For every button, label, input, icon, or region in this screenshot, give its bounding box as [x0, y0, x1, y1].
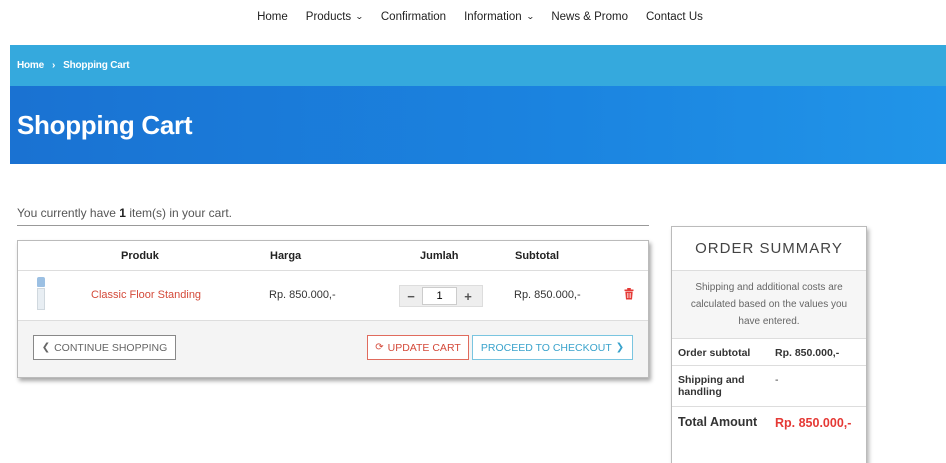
product-name-link[interactable]: Classic Floor Standing [91, 289, 201, 301]
cart-status-text: You currently have 1 item(s) in your car… [17, 206, 233, 220]
chevron-down-icon: ⌄ [355, 12, 364, 21]
nav-confirmation[interactable]: Confirmation [381, 11, 446, 23]
product-thumbnail[interactable] [36, 277, 46, 311]
continue-shopping-button[interactable]: ❮ Continue Shopping [33, 335, 176, 360]
chevron-right-icon: ❯ [615, 342, 625, 353]
column-header-product: Produk [121, 250, 159, 262]
proceed-to-checkout-button[interactable]: Proceed to Checkout ❯ [472, 335, 633, 360]
row-subtotal: Rp. 850.000,- [514, 289, 581, 301]
order-summary-title: ORDER SUMMARY [672, 227, 866, 271]
nav-home[interactable]: Home [257, 11, 288, 23]
nav-products[interactable]: Products ⌄ [306, 11, 364, 23]
order-summary-note: Shipping and additional costs are calcul… [672, 271, 866, 339]
column-header-subtotal: Subtotal [515, 250, 559, 262]
cart-table: Produk Harga Jumlah Subtotal Classic Flo… [17, 240, 649, 378]
summary-row-shipping: Shipping and handling - [672, 366, 866, 407]
nav-information[interactable]: Information ⌄ [464, 11, 535, 23]
order-summary: ORDER SUMMARY Shipping and additional co… [671, 226, 867, 463]
table-row: Classic Floor Standing Rp. 850.000,- − +… [18, 271, 648, 321]
plus-icon[interactable]: + [457, 286, 479, 306]
cart-table-header: Produk Harga Jumlah Subtotal [18, 241, 648, 271]
cart-actions: ❮ Continue Shopping ⟳ Update Cart Procee… [18, 321, 648, 377]
trash-icon[interactable] [624, 288, 634, 300]
breadcrumb-home-link[interactable]: Home [17, 60, 44, 71]
refresh-icon: ⟳ [375, 342, 384, 353]
update-cart-button[interactable]: ⟳ Update Cart [367, 335, 469, 360]
summary-row-total: Total Amount Rp. 850.000,- [678, 415, 852, 430]
cart-item-count: 1 [119, 206, 126, 220]
quantity-input[interactable] [422, 287, 457, 305]
breadcrumb-current: Shopping Cart [63, 60, 130, 71]
top-navigation: Home Products ⌄ Confirmation Information ⌄… [0, 0, 946, 33]
chevron-down-icon: ⌄ [525, 12, 535, 21]
product-price: Rp. 850.000,- [269, 289, 336, 301]
breadcrumb-separator: › [51, 60, 56, 71]
column-header-price: Harga [270, 250, 302, 262]
breadcrumb: Home › Shopping Cart [10, 45, 946, 86]
nav-contact-us[interactable]: Contact Us [646, 11, 703, 23]
minus-icon[interactable]: − [400, 286, 422, 306]
page-title: Shopping Cart [17, 109, 193, 140]
divider [17, 225, 649, 226]
page-header: Shopping Cart [10, 86, 946, 164]
column-header-quantity: Jumlah [420, 250, 459, 262]
summary-row-subtotal: Order subtotal Rp. 850.000,- [672, 339, 866, 366]
chevron-left-icon: ❮ [41, 342, 51, 353]
quantity-stepper: − + [399, 285, 483, 307]
nav-news-promo[interactable]: News & Promo [551, 11, 628, 23]
